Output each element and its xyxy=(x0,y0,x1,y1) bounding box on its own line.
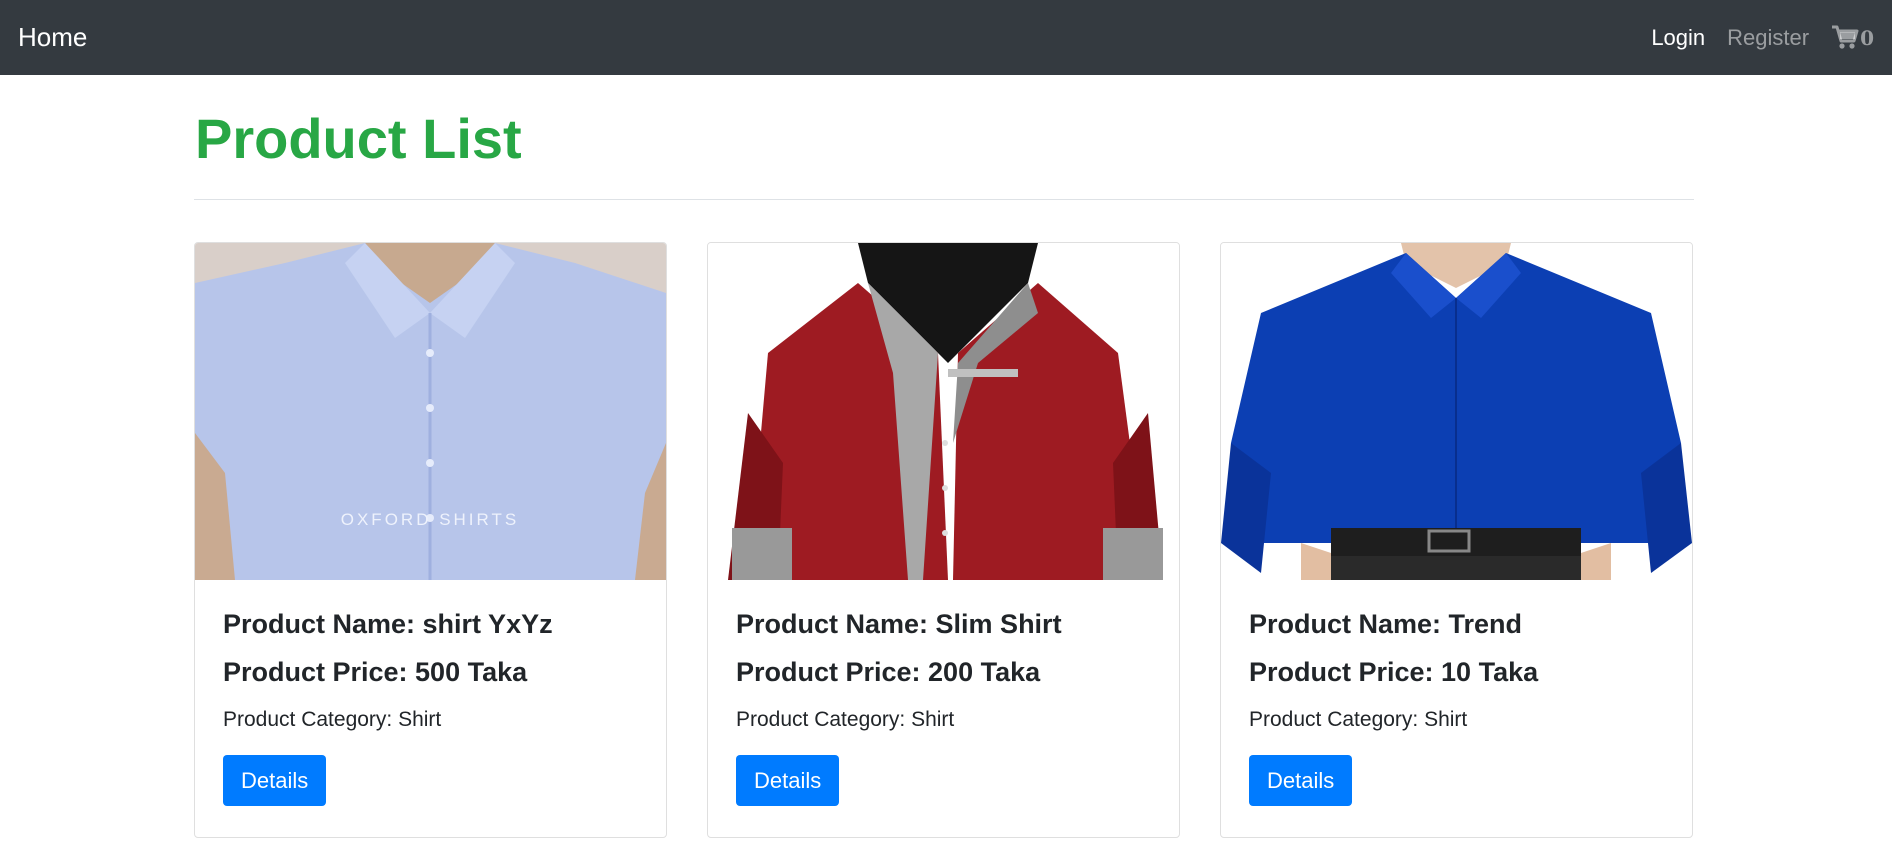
main-container: Product List OXFORD SHIRTS Product Name:… xyxy=(194,75,1694,838)
product-image[interactable]: OXFORD SHIRTS xyxy=(195,243,666,580)
product-name: Product Name: Slim Shirt xyxy=(736,609,1062,639)
nav-right-group: Login Register 0 xyxy=(1651,25,1874,51)
card-body: Product Name: Slim Shirt Product Price: … xyxy=(708,580,1179,806)
register-link[interactable]: Register xyxy=(1727,25,1809,51)
product-name: Product Name: Trend xyxy=(1249,609,1523,639)
product-card: OXFORD SHIRTS Product Name: shirt YxYz P… xyxy=(194,242,667,838)
cart-count: 0 xyxy=(1860,25,1874,50)
card-body: Product Name: shirt YxYz Product Price: … xyxy=(195,580,666,806)
product-category: Product Category: Shirt xyxy=(223,708,442,732)
home-link[interactable]: Home xyxy=(18,22,87,53)
product-price: Product Price: 10 Taka xyxy=(1249,656,1539,687)
card-body: Product Name: Trend Product Price: 10 Ta… xyxy=(1221,580,1692,806)
product-category: Product Category: Shirt xyxy=(1249,708,1468,732)
cart-icon xyxy=(1832,25,1859,49)
oxford-shirts-image-text: OXFORD SHIRTS xyxy=(341,510,519,529)
top-navbar: Home Login Register 0 xyxy=(0,0,1892,75)
product-price: Product Price: 500 Taka xyxy=(223,656,528,687)
product-card: Product Name: Trend Product Price: 10 Ta… xyxy=(1220,242,1693,838)
product-image[interactable] xyxy=(1221,243,1692,580)
cart-link[interactable]: 0 xyxy=(1831,25,1874,51)
product-price: Product Price: 200 Taka xyxy=(736,656,1041,687)
product-card: Product Name: Slim Shirt Product Price: … xyxy=(707,242,1180,838)
product-grid: OXFORD SHIRTS Product Name: shirt YxYz P… xyxy=(194,242,1694,838)
details-button[interactable]: Details xyxy=(1249,754,1353,806)
product-name: Product Name: shirt YxYz xyxy=(223,609,553,639)
product-image[interactable] xyxy=(708,243,1179,580)
details-button[interactable]: Details xyxy=(223,754,327,806)
title-divider xyxy=(194,199,1694,200)
login-link[interactable]: Login xyxy=(1651,25,1705,51)
product-category: Product Category: Shirt xyxy=(736,708,955,732)
page-title: Product List xyxy=(195,107,522,170)
details-button[interactable]: Details xyxy=(736,754,840,806)
